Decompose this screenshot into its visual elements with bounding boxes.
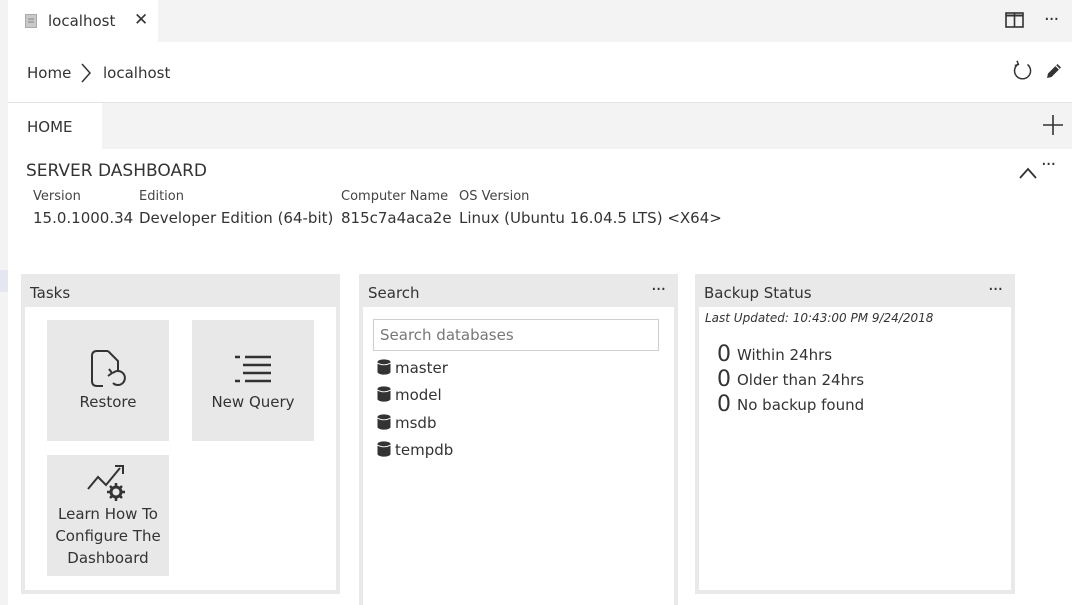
close-tab-icon[interactable]: ✕ [134,10,148,30]
left-activity-strip [0,0,8,605]
backup-status-widget: Backup Status ··· Last Updated: 10:43:00… [695,274,1015,594]
chevron-up-icon[interactable] [1019,164,1037,183]
split-editor-icon[interactable] [1005,12,1024,32]
dashboard-tab-strip: HOME [8,103,1072,149]
property-key: Version [33,189,81,204]
search-widget-title: Search [368,284,420,302]
database-item[interactable]: msdb [377,414,436,432]
backup-count: 0 [717,367,731,392]
configure-label-line-3: Dashboard [67,549,149,567]
tasks-widget: Tasks Restore New Query Learn How To Con… [21,274,340,594]
tab-home-label: HOME [27,118,73,136]
backup-label: Older than 24hrs [737,371,865,389]
configure-dashboard-icon [87,463,129,507]
file-icon [25,13,37,32]
search-widget-body: master model msdb tempdb [363,307,674,605]
backup-label: Within 24hrs [737,346,833,364]
property-value: Linux (Ubuntu 16.04.5 LTS) <X64> [459,209,722,227]
database-name: msdb [395,414,437,432]
breadcrumb: Home localhost [8,42,1072,103]
backup-widget-title: Backup Status [704,284,812,302]
configure-label-line-2: Configure The [55,527,161,545]
database-name: master [395,359,448,377]
database-item[interactable]: tempdb [377,441,453,459]
property-key: Edition [139,189,184,204]
new-query-label: New Query [211,393,295,411]
editor-tab-localhost[interactable]: localhost ✕ [8,0,158,42]
backup-count: 0 [717,392,731,417]
restore-label: Restore [79,393,137,411]
property-computer-name: Computer Name 815c7a4aca2e [341,189,452,227]
backup-widget-body: Last Updated: 10:43:00 PM 9/24/2018 0 Wit… [699,307,1011,590]
configure-label-line-1: Learn How To [58,505,158,523]
tasks-widget-title: Tasks [30,284,71,302]
configure-dashboard-task-button[interactable]: Learn How To Configure The Dashboard [47,455,169,576]
database-item[interactable]: model [377,386,442,404]
tab-title: localhost [48,12,116,30]
tab-home[interactable]: HOME [8,103,102,149]
new-query-task-button[interactable]: New Query [192,320,314,441]
property-value: 815c7a4aca2e [341,209,452,227]
property-key: OS Version [459,189,530,204]
new-query-icon [234,355,272,387]
property-edition: Edition Developer Edition (64-bit) [139,189,333,227]
property-os-version: OS Version Linux (Ubuntu 16.04.5 LTS) <X… [459,189,722,227]
last-updated-text: Last Updated: 10:43:00 PM 9/24/2018 [705,311,934,325]
database-name: model [395,386,442,404]
breadcrumb-localhost[interactable]: localhost [103,64,170,82]
breadcrumb-home[interactable]: Home [27,64,71,82]
property-version: Version 15.0.1000.34 [33,189,133,227]
activity-marker [0,270,8,292]
property-key: Computer Name [341,189,449,204]
backup-label: No backup found [737,396,865,414]
more-actions-icon[interactable]: ··· [1044,9,1059,30]
database-icon [377,386,391,402]
backup-row-older-than-24hrs: 0 Older than 24hrs [717,367,864,392]
backup-row-within-24hrs: 0 Within 24hrs [717,342,832,367]
search-widget: Search ··· master model msdb tempdb [359,274,678,605]
tasks-widget-body: Restore New Query Learn How To Configure… [25,307,336,590]
database-icon [377,359,391,375]
database-icon [377,441,391,457]
database-icon [377,414,391,430]
restore-task-button[interactable]: Restore [47,320,169,441]
backup-row-no-backup: 0 No backup found [717,392,864,417]
add-tab-icon[interactable] [1042,114,1064,140]
server-dashboard-more-icon[interactable]: ··· [1041,154,1056,175]
refresh-icon[interactable] [1012,60,1034,86]
property-value: 15.0.1000.34 [33,209,134,227]
backup-count: 0 [717,342,731,367]
edit-pencil-icon[interactable] [1044,61,1064,85]
editor-tab-bar: localhost ✕ ··· [8,0,1072,42]
property-value: Developer Edition (64-bit) [139,209,334,227]
search-widget-more-icon[interactable]: ··· [651,279,666,300]
backup-widget-more-icon[interactable]: ··· [988,279,1003,300]
database-name: tempdb [395,441,454,459]
search-databases-input[interactable] [373,319,659,351]
database-item[interactable]: master [377,359,448,377]
chevron-right-icon [80,62,92,88]
restore-icon [88,350,128,394]
server-dashboard-title: SERVER DASHBOARD [26,161,207,181]
